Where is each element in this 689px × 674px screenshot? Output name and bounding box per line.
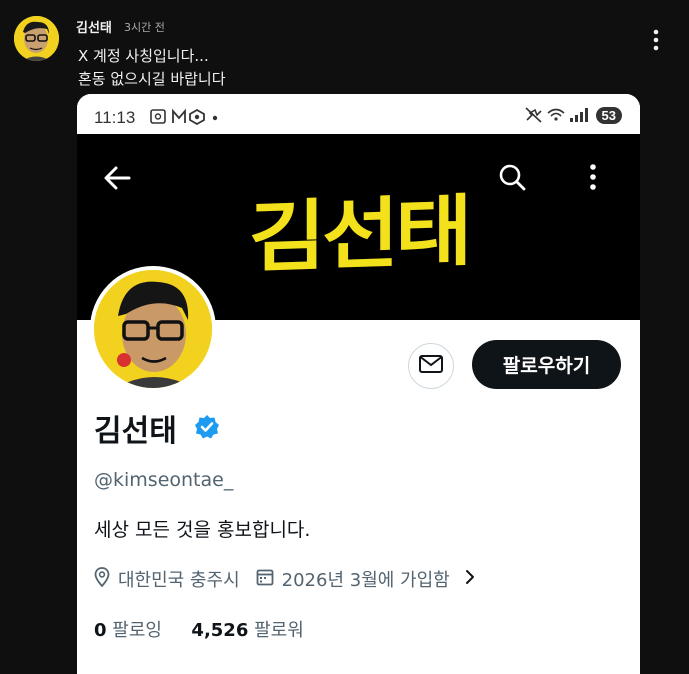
back-arrow-icon[interactable] bbox=[99, 162, 135, 194]
following-count: 0 bbox=[94, 620, 107, 641]
profile-joined-date: 2026년 3월에 가입함 bbox=[281, 570, 450, 591]
profile-location: 대한민국 충주시 bbox=[118, 570, 240, 591]
calendar-icon bbox=[256, 568, 274, 591]
follow-stats: 0 팔로잉 4,526 팔로워 bbox=[94, 616, 304, 642]
kebab-icon[interactable] bbox=[646, 28, 666, 52]
status-notification-icons bbox=[149, 108, 229, 130]
embedded-screenshot[interactable]: 11:13 53 김선태 팔로우하기 김선태 @kimseontae_ 세상 모… bbox=[77, 94, 640, 674]
following-link[interactable]: 0 팔로잉 bbox=[94, 620, 162, 641]
chevron-right-icon[interactable] bbox=[464, 568, 476, 591]
profile-handle: @kimseontae_ bbox=[94, 469, 234, 491]
verified-badge-icon bbox=[194, 414, 220, 440]
message-button[interactable] bbox=[408, 343, 454, 389]
post-body: X 계정 사칭입니다... 혼동 없으시길 바랍니다 bbox=[78, 45, 226, 91]
profile-meta: 대한민국 충주시 2026년 3월에 가입함 bbox=[94, 566, 476, 592]
post-line-1: X 계정 사칭입니다... bbox=[78, 47, 209, 65]
location-pin-icon bbox=[94, 566, 110, 592]
battery-level: 53 bbox=[595, 106, 622, 124]
followers-count: 4,526 bbox=[191, 620, 249, 641]
following-label: 팔로잉 bbox=[112, 620, 162, 641]
profile-avatar[interactable] bbox=[90, 266, 216, 392]
more-vertical-icon[interactable] bbox=[583, 159, 603, 195]
follow-button[interactable]: 팔로우하기 bbox=[472, 340, 621, 389]
status-bar: 11:13 53 bbox=[77, 94, 640, 134]
profile-display-name: 김선태 bbox=[94, 414, 177, 449]
search-icon[interactable] bbox=[493, 159, 531, 195]
post-author-name[interactable]: 김선태 bbox=[76, 17, 112, 36]
status-time: 11:13 bbox=[94, 108, 136, 127]
mail-icon bbox=[418, 354, 444, 378]
post-timestamp: 3시간 전 bbox=[124, 21, 165, 34]
followers-link[interactable]: 4,526 팔로워 bbox=[191, 620, 303, 641]
followers-label: 팔로워 bbox=[254, 620, 304, 641]
post-author-avatar[interactable] bbox=[14, 16, 59, 61]
status-system-icons: 53 bbox=[524, 106, 622, 124]
profile-bio: 세상 모든 것을 홍보합니다. bbox=[94, 519, 311, 541]
post-line-2: 혼동 없으시길 바랍니다 bbox=[78, 70, 226, 88]
